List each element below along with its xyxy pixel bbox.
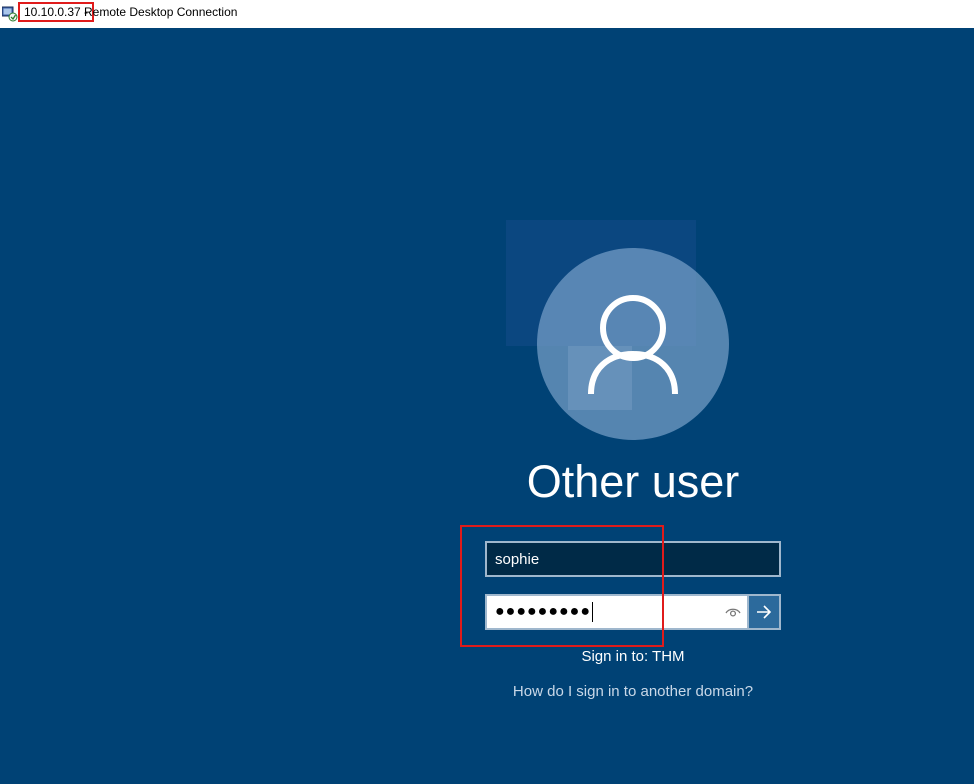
user-avatar: [537, 248, 729, 440]
title-ip-annotation: 10.10.0.37 -: [18, 2, 95, 22]
eye-icon[interactable]: [723, 604, 743, 620]
lock-screen: Other user sophie ●●●●●●●●● Sign in to: …: [0, 28, 974, 784]
password-input[interactable]: ●●●●●●●●●: [485, 594, 749, 630]
window-title: Remote Desktop Connection: [84, 5, 238, 19]
title-ip: 10.10.0.37 -: [24, 5, 89, 19]
arrow-right-icon: [757, 605, 772, 619]
other-domain-link[interactable]: How do I sign in to another domain?: [480, 683, 786, 700]
rdp-window: 10.10.0.37 - Remote Desktop Connection O…: [0, 0, 974, 784]
title-bar: 10.10.0.37 - Remote Desktop Connection: [0, 0, 974, 28]
text-caret: [591, 602, 593, 622]
submit-button[interactable]: [749, 594, 781, 630]
user-display-name: Other user: [526, 456, 740, 507]
username-value: sophie: [495, 550, 540, 568]
password-mask: ●●●●●●●●●: [495, 603, 591, 620]
remote-desktop-icon: [2, 6, 18, 22]
user-silhouette-icon: [588, 295, 678, 395]
username-input[interactable]: sophie: [485, 541, 781, 577]
sign-in-domain: Sign in to: THM: [581, 648, 685, 665]
